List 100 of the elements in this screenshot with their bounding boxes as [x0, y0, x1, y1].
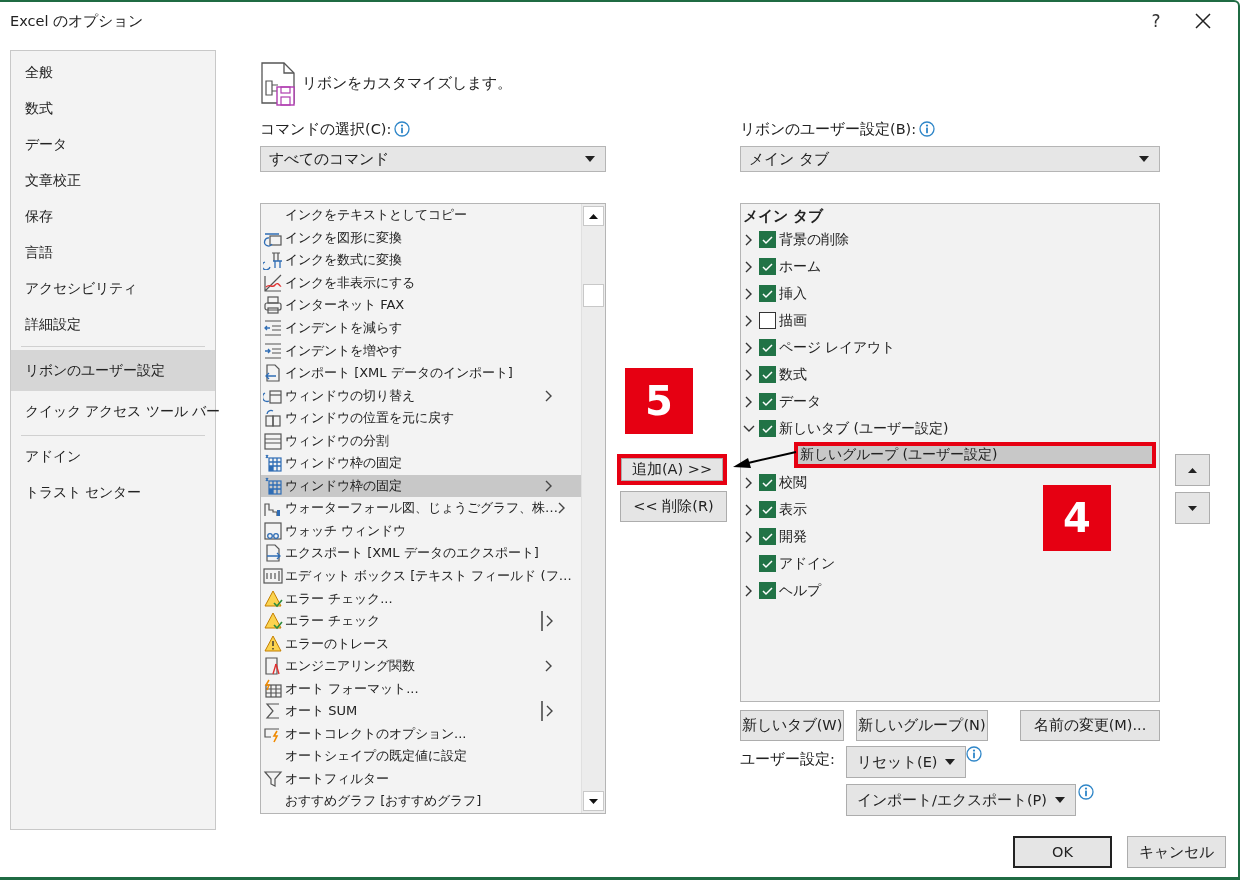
reset-button[interactable]: リセット(E) [846, 746, 967, 778]
checkbox[interactable] [759, 258, 776, 275]
command-item[interactable]: オート フォーマット... [261, 677, 581, 701]
tree-item[interactable]: ホーム [742, 253, 825, 280]
sidebar-item[interactable]: 言語 [11, 235, 215, 271]
scroll-down-button[interactable] [583, 791, 604, 811]
chevron-right-icon[interactable] [745, 341, 753, 354]
tree-item[interactable]: アドイン [742, 550, 839, 577]
command-item[interactable]: オートシェイプの既定値に設定 [261, 745, 581, 768]
command-item[interactable]: インクをテキストとしてコピー [261, 204, 581, 227]
remove-button[interactable]: << 削除(R) [620, 491, 727, 522]
chevron-right-icon[interactable] [745, 233, 753, 246]
command-item[interactable]: インポート [XML データのインポート] [261, 361, 581, 385]
sidebar-item[interactable]: アドイン [11, 439, 215, 475]
ok-button[interactable]: OK [1013, 836, 1112, 868]
command-item[interactable]: エラー チェック... [261, 587, 581, 610]
command-item[interactable]: インクを図形に変換 [261, 226, 581, 250]
add-button[interactable]: 追加(A) >> [617, 454, 727, 485]
chevron-right-icon[interactable] [745, 287, 753, 300]
command-item[interactable]: オート SUM [261, 700, 581, 723]
sidebar-item[interactable]: リボンのユーザー設定 [11, 350, 215, 391]
tree-item[interactable]: 数式 [742, 361, 811, 388]
command-item[interactable]: インデントを増やす [261, 339, 581, 362]
command-item[interactable]: インターネット FAX [261, 294, 581, 317]
ribbon-action-button[interactable]: 新しいグループ(N) [856, 710, 988, 741]
sidebar-item[interactable]: 全般 [11, 55, 215, 91]
command-item[interactable]: ウィンドウ枠の固定 [261, 452, 581, 475]
command-item[interactable]: ウィンドウの分割 [261, 429, 581, 452]
sidebar-item[interactable]: 数式 [11, 91, 215, 127]
sidebar-item[interactable]: 保存 [11, 199, 215, 235]
scroll-up-button[interactable] [583, 206, 604, 226]
command-label: ウィンドウ枠の固定 [285, 476, 402, 495]
checkbox[interactable] [759, 528, 776, 545]
close-button[interactable] [1194, 12, 1212, 30]
tree-item[interactable]: 描画 [742, 307, 811, 334]
import-export-button[interactable]: インポート/エクスポート(P) [846, 784, 1076, 816]
command-item[interactable]: ウィンドウの位置を元に戻す [261, 406, 581, 430]
command-item[interactable]: ウィンドウ枠の固定 [261, 474, 581, 498]
tree-item[interactable]: 表示 [742, 496, 811, 523]
chevron-right-icon[interactable] [745, 530, 753, 543]
checkbox[interactable] [759, 420, 776, 437]
chevron-right-icon[interactable] [745, 503, 753, 516]
chevron-right-icon [545, 660, 553, 673]
cancel-button[interactable]: キャンセル [1127, 836, 1226, 868]
command-item[interactable]: ウォッチ ウィンドウ [261, 519, 581, 543]
tree-item[interactable]: ページ レイアウト [742, 334, 900, 361]
tree-label: データ [779, 392, 821, 411]
sidebar-item[interactable]: 文章校正 [11, 163, 215, 199]
checkbox[interactable] [759, 393, 776, 410]
ribbon-action-button[interactable]: 新しいタブ(W) [740, 710, 844, 741]
sidebar-item[interactable]: データ [11, 127, 215, 163]
tree-item[interactable]: 背景の削除 [742, 226, 853, 253]
chevron-down-icon[interactable] [743, 424, 755, 433]
command-item[interactable]: エンジニアリング関数 [261, 654, 581, 678]
command-item[interactable]: エディット ボックス [テキスト フィールド (フ… [261, 564, 581, 588]
command-item[interactable]: エラー チェック [261, 609, 581, 633]
command-item[interactable]: ウィンドウの切り替え [261, 384, 581, 407]
chevron-right-icon[interactable] [745, 314, 753, 327]
checkbox[interactable] [759, 231, 776, 248]
dropdown[interactable]: メイン タブ [740, 146, 1160, 172]
move-up-button[interactable] [1175, 454, 1210, 486]
tree-item[interactable]: 挿入 [742, 280, 811, 307]
checkbox[interactable] [759, 366, 776, 383]
command-item[interactable]: おすすめグラフ [おすすめグラフ] [261, 790, 581, 813]
command-item[interactable]: インクを非表示にする [261, 271, 581, 295]
chevron-right-icon[interactable] [745, 395, 753, 408]
sidebar-item[interactable]: トラスト センター [11, 475, 215, 511]
chevron-right-icon[interactable] [745, 476, 753, 489]
sidebar-item[interactable]: アクセシビリティ [11, 271, 215, 307]
chevron-right-icon[interactable] [745, 260, 753, 273]
tree-label: 描画 [779, 311, 807, 330]
checkbox[interactable] [759, 312, 776, 329]
chevron-right-icon[interactable] [745, 368, 753, 381]
tree-item[interactable]: 新しいタブ (ユーザー設定) [742, 415, 953, 442]
command-item[interactable]: インクを数式に変換 [261, 249, 581, 272]
command-item[interactable]: インデントを減らす [261, 316, 581, 340]
tree-item[interactable]: 開発 [742, 523, 811, 550]
dropdown[interactable]: すべてのコマンド [260, 146, 606, 172]
command-item[interactable]: エラーのトレース [261, 632, 581, 655]
help-button[interactable]: ? [1136, 10, 1176, 32]
checkbox[interactable] [759, 501, 776, 518]
checkbox[interactable] [759, 555, 776, 572]
checkbox[interactable] [759, 285, 776, 302]
sidebar-item[interactable]: 詳細設定 [11, 307, 215, 343]
command-item[interactable]: エクスポート [XML データのエクスポート] [261, 542, 581, 565]
command-item[interactable]: オートフィルター [261, 767, 581, 791]
checkbox[interactable] [759, 339, 776, 356]
tree-item[interactable]: 校閲 [742, 469, 811, 496]
command-item[interactable]: ウォーターフォール図、じょうごグラフ、株… [261, 497, 581, 520]
tree-item[interactable]: 新しいグループ (ユーザー設定) [794, 442, 1156, 468]
scroll-thumb[interactable] [583, 284, 604, 307]
tree-item[interactable]: データ [742, 388, 825, 415]
command-item[interactable]: オートコレクトのオプション... [261, 722, 581, 746]
tree-item[interactable]: ヘルプ [742, 577, 825, 604]
checkbox[interactable] [759, 474, 776, 491]
scrollbar[interactable] [581, 204, 605, 813]
move-down-button[interactable] [1175, 492, 1210, 524]
chevron-right-icon[interactable] [745, 584, 753, 597]
checkbox[interactable] [759, 582, 776, 599]
ribbon-action-button[interactable]: 名前の変更(M)... [1020, 710, 1160, 741]
